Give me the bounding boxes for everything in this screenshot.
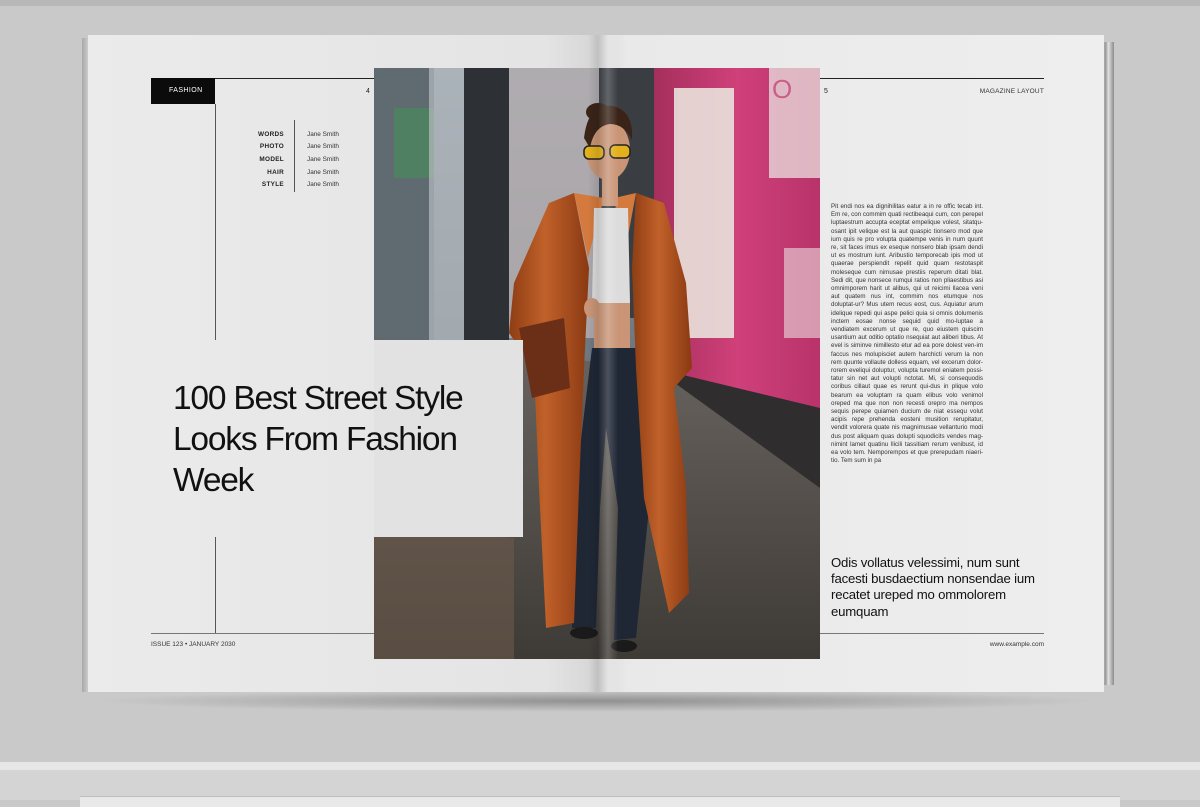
header-rule-right — [820, 78, 1044, 79]
credit-row: WORDS Jane Smith — [238, 128, 388, 141]
website-url: www.example.com — [989, 641, 1044, 648]
background-bottom — [0, 762, 1200, 807]
svg-text:O: O — [772, 74, 792, 104]
spine-gutter — [588, 35, 618, 692]
magazine-label: MAGAZINE LAYOUT — [979, 88, 1044, 95]
vertical-rule-bottom — [215, 537, 216, 633]
headline-line: 100 Best Street Style — [173, 380, 464, 417]
magazine-shadow — [92, 690, 1102, 712]
headline-line: Looks From Fashion — [173, 421, 458, 458]
credit-role: MODEL — [259, 155, 284, 163]
page-number-right: 5 — [824, 88, 828, 95]
background-top — [0, 0, 1200, 6]
credit-row: HAIR Jane Smith — [238, 166, 388, 179]
headline-line: Week — [173, 462, 254, 499]
article-body: Pit endi nos ea dignihilitas eatur a in … — [831, 203, 983, 465]
vertical-rule-top — [215, 104, 216, 340]
issue-info: ISSUE 123 • JANUARY 2030 — [151, 641, 236, 648]
credit-name: Jane Smith — [307, 155, 339, 163]
credit-role: PHOTO — [259, 143, 284, 151]
credit-name: Jane Smith — [307, 130, 339, 138]
credit-row: STYLE Jane Smith — [238, 178, 388, 191]
next-spread-edge — [80, 796, 1120, 807]
credit-row: MODEL Jane Smith — [238, 153, 388, 166]
footer-rule-right — [820, 633, 1044, 634]
pull-quote: Odis vollatus velessimi, num sunt facest… — [831, 555, 1035, 619]
headline: 100 Best Street Style Looks From Fashion… — [173, 378, 513, 501]
bottom-edge — [0, 762, 1200, 770]
section-tab: FASHION — [151, 78, 215, 104]
credit-row: PHOTO Jane Smith — [238, 141, 388, 154]
page-number-left: 4 — [366, 88, 370, 95]
credit-name: Jane Smith — [307, 143, 339, 151]
credits-block: WORDS Jane Smith PHOTO Jane Smith MODEL … — [238, 128, 388, 191]
credit-name: Jane Smith — [307, 181, 339, 189]
credit-role: STYLE — [261, 181, 284, 189]
credit-name: Jane Smith — [307, 168, 339, 176]
credit-role: WORDS — [258, 130, 284, 138]
credit-role: HAIR — [267, 168, 284, 176]
footer-rule-left — [151, 633, 374, 634]
